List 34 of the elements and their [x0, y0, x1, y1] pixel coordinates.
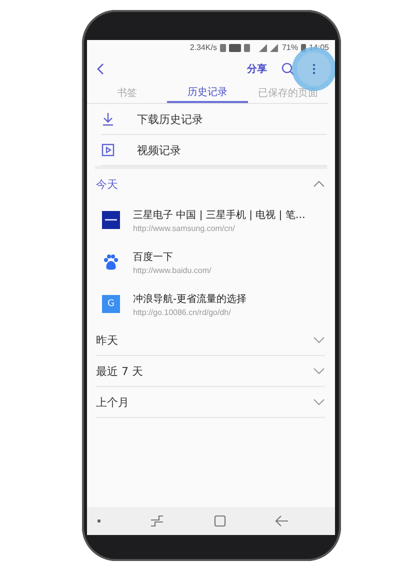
- page-title[interactable]: 三星电子 中国 | 三星手机 | 电视 | 笔…: [133, 208, 306, 222]
- history-link[interactable]: 下载历史记录: [137, 112, 203, 126]
- site-logo: [102, 211, 120, 229]
- page-url: http://www.baidu.com/: [133, 266, 212, 274]
- page-url: http://go.10086.cn/rd/go/dh/: [133, 308, 232, 316]
- battery-level: 71%: [282, 43, 298, 52]
- expand-icon[interactable]: [313, 367, 325, 375]
- tab[interactable]: 历史记录: [167, 83, 248, 103]
- section-title[interactable]: 上个月: [96, 394, 129, 410]
- page-title[interactable]: 冲浪导航-更省流量的选择: [133, 292, 247, 306]
- menu-icon[interactable]: [312, 63, 316, 75]
- expand-icon[interactable]: [313, 336, 325, 344]
- back-icon[interactable]: [96, 62, 106, 76]
- network-speed: 2.34K/s: [190, 43, 217, 52]
- expand-icon[interactable]: [313, 398, 325, 406]
- download-icon: [101, 112, 115, 126]
- site-icon: G: [102, 295, 120, 313]
- paw-icon: [102, 253, 120, 271]
- battery-icon: [300, 44, 306, 52]
- recent-apps-icon[interactable]: [150, 515, 164, 527]
- section-title[interactable]: 昨天: [96, 332, 118, 348]
- section-title[interactable]: 今天: [96, 176, 118, 192]
- section-title[interactable]: 最近 7 天: [96, 364, 143, 378]
- search-icon[interactable]: [281, 62, 295, 76]
- home-icon[interactable]: [214, 515, 226, 527]
- signal-icon: [258, 44, 279, 52]
- collapse-icon[interactable]: [313, 180, 325, 188]
- video-icon: [101, 143, 115, 157]
- dot-icon[interactable]: [97, 519, 101, 523]
- back-icon[interactable]: [274, 515, 289, 527]
- history-link[interactable]: 视频记录: [137, 142, 181, 158]
- page-title[interactable]: 百度一下: [133, 250, 212, 264]
- page-url: http://www.samsung.com/cn/: [133, 224, 236, 232]
- share-button[interactable]: 分享: [247, 62, 267, 76]
